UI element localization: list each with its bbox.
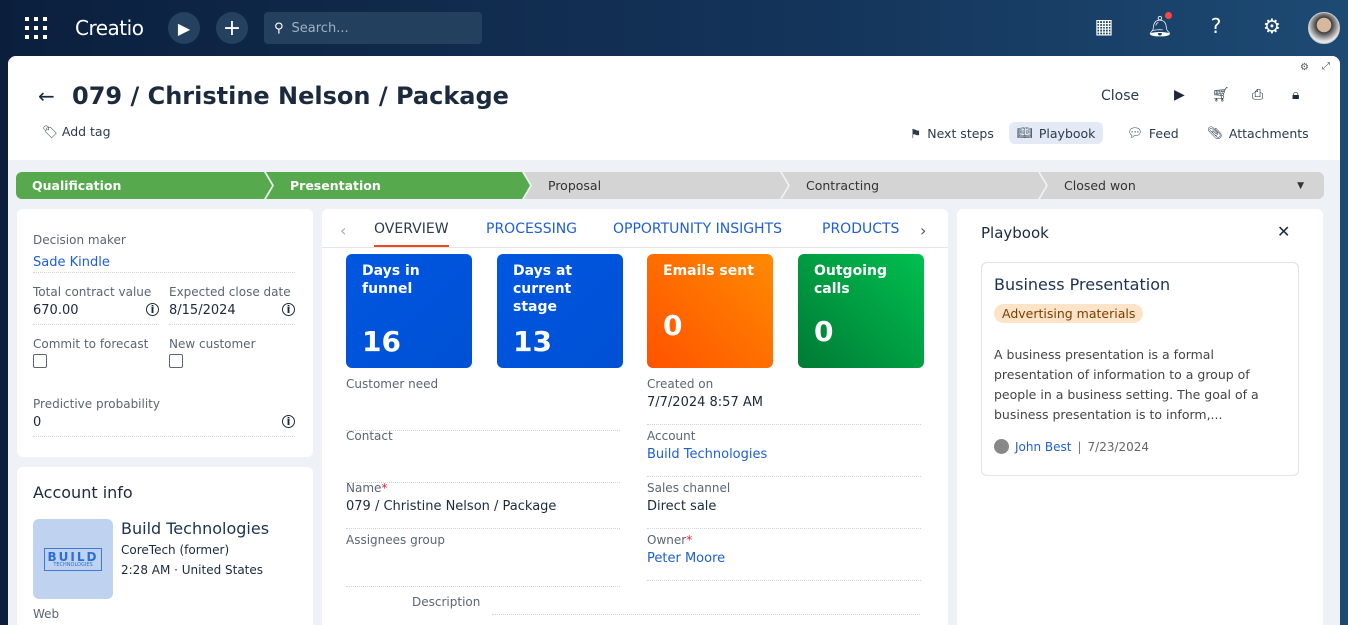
logo: Creatio: [75, 16, 144, 40]
search-input[interactable]: ⚲ Search...: [264, 12, 482, 44]
description-field[interactable]: [492, 593, 920, 615]
total-contract-field[interactable]: 670.00 i: [33, 303, 159, 325]
decision-maker-link[interactable]: Sade Kindle: [33, 255, 110, 270]
run-process-button[interactable]: ▶: [168, 12, 200, 44]
add-button[interactable]: +: [216, 12, 248, 44]
expand-icon[interactable]: ⤢: [1322, 61, 1330, 72]
print-icon[interactable]: ⎙: [1252, 87, 1263, 103]
assignees-group-field[interactable]: Assignees group: [346, 533, 620, 587]
playbook-card[interactable]: Business Presentation Advertising materi…: [981, 262, 1299, 476]
back-arrow-icon[interactable]: ←: [38, 84, 55, 108]
account-local-time: 2:28 AM · United States: [121, 563, 264, 577]
stage-presentation[interactable]: Presentation: [266, 172, 530, 199]
playbook-text: A business presentation is a formal pres…: [994, 347, 1259, 422]
info-icon[interactable]: i: [146, 303, 159, 316]
new-customer-checkbox[interactable]: [169, 354, 183, 368]
probability-label: Predictive probability: [33, 397, 160, 411]
close-date-field[interactable]: 8/15/2024 i: [169, 303, 295, 325]
tab-feed[interactable]: 💬︎ Feed: [1119, 122, 1187, 144]
help-icon[interactable]: ?: [1202, 14, 1230, 38]
record-page: ⚙ ⤢ ← 079 / Christine Nelson / Package 🏷…: [8, 56, 1340, 625]
account-name[interactable]: Build Technologies: [121, 519, 269, 538]
created-on-field: Created on 7/7/2024 8:57 AM: [647, 377, 921, 425]
chat-icon: 💬︎: [1127, 125, 1143, 140]
playbook-panel: Playbook ✕ Business Presentation Adverti…: [957, 209, 1323, 625]
cart-icon[interactable]: 🛒︎: [1212, 87, 1230, 103]
page-title: 079 / Christine Nelson / Package: [72, 82, 509, 110]
stage-contracting[interactable]: Contracting: [782, 172, 1046, 199]
user-avatar[interactable]: [1308, 12, 1340, 44]
chevron-left-icon[interactable]: ‹: [340, 221, 346, 240]
search-icon: ⚲: [274, 20, 284, 36]
stage-closed-won[interactable]: Closed won ▼: [1040, 172, 1324, 199]
tab-next-steps[interactable]: ⚑ Next steps: [902, 122, 1002, 144]
tile-days-in-funnel[interactable]: Days in funnel 16: [346, 254, 472, 368]
page-settings-icon[interactable]: ⚙: [1300, 62, 1309, 73]
settings-icon[interactable]: ⚙: [1258, 14, 1286, 38]
commit-checkbox[interactable]: [33, 354, 47, 368]
tab-overview[interactable]: OVERVIEW: [374, 221, 449, 247]
playbook-date: 7/23/2024: [1087, 439, 1150, 454]
apps-icon[interactable]: ▦: [1090, 14, 1118, 38]
description-label: Description: [412, 595, 481, 609]
tile-emails-sent[interactable]: Emails sent 0: [647, 254, 773, 368]
info-icon[interactable]: i: [282, 415, 295, 428]
chevron-down-icon[interactable]: ▼: [1297, 181, 1304, 191]
top-bar: Creatio ▶ + ⚲ Search... ▦ 🔔︎ ? ⚙: [0, 0, 1348, 56]
web-label: Web: [33, 607, 60, 621]
paperclip-icon: 📎︎: [1207, 125, 1223, 140]
author-avatar: [994, 439, 1009, 454]
playbook-tag: Advertising materials: [994, 304, 1144, 323]
add-tag-button[interactable]: 🏷︎ Add tag: [42, 124, 111, 140]
app-menu-icon[interactable]: [25, 17, 47, 39]
stage-qualification[interactable]: Qualification: [16, 172, 272, 199]
playbook-card-title: Business Presentation: [994, 275, 1171, 294]
commit-label: Commit to forecast: [33, 337, 149, 351]
stage-bar: Qualification Presentation Proposal Cont…: [16, 172, 1324, 199]
record-header: ⚙ ⤢ ← 079 / Christine Nelson / Package 🏷…: [8, 56, 1340, 160]
book-icon: 📖︎: [1017, 125, 1033, 140]
center-panel: ‹ OVERVIEW PROCESSING OPPORTUNITY INSIGH…: [322, 209, 948, 625]
account-former-name: CoreTech (former): [121, 543, 230, 557]
account-field[interactable]: Account Build Technologies: [647, 429, 921, 477]
tile-days-at-stage[interactable]: Days at current stage 13: [497, 254, 623, 368]
account-logo: BUILD TECHNOLOGIES: [33, 519, 113, 599]
info-icon[interactable]: i: [282, 303, 295, 316]
contact-field[interactable]: Contact: [346, 429, 620, 483]
name-field[interactable]: Name* 079 / Christine Nelson / Package: [346, 481, 620, 529]
account-info-panel: Account info BUILD TECHNOLOGIES Build Tec…: [17, 467, 313, 625]
lock-icon[interactable]: 🔒︎: [1292, 87, 1299, 103]
tab-attachments[interactable]: 📎︎ Attachments: [1199, 122, 1317, 144]
tab-processing[interactable]: PROCESSING: [486, 221, 577, 237]
probability-field[interactable]: 0i: [33, 415, 295, 437]
customer-need-field[interactable]: Customer need: [346, 377, 620, 431]
sales-channel-field[interactable]: Sales channel Direct sale: [647, 481, 921, 529]
stage-proposal[interactable]: Proposal: [524, 172, 788, 199]
tab-opportunity-insights[interactable]: OPPORTUNITY INSIGHTS: [613, 221, 782, 237]
close-date-label: Expected close date: [169, 285, 291, 299]
close-icon[interactable]: ✕: [1277, 222, 1290, 241]
flag-icon: ⚑: [910, 125, 922, 141]
author-link[interactable]: John Best: [1015, 440, 1071, 454]
playbook-title: Playbook: [981, 224, 1049, 242]
decision-maker-label: Decision maker: [33, 233, 126, 247]
new-customer-label: New customer: [169, 337, 256, 351]
total-contract-label: Total contract value: [33, 285, 152, 299]
notifications-icon[interactable]: 🔔︎: [1146, 12, 1174, 38]
close-button[interactable]: Close: [1101, 88, 1139, 104]
tile-outgoing-calls[interactable]: Outgoing calls 0: [798, 254, 924, 368]
tab-playbook[interactable]: 📖︎ Playbook: [1009, 122, 1104, 144]
tag-icon: 🏷︎: [42, 124, 58, 139]
opportunity-fields-panel: Decision maker Sade Kindle Total contrac…: [17, 209, 313, 457]
tab-products[interactable]: PRODUCTS: [822, 221, 899, 237]
chevron-right-icon[interactable]: ›: [920, 221, 926, 240]
owner-field[interactable]: Owner* Peter Moore: [647, 533, 921, 581]
account-info-title: Account info: [33, 483, 133, 502]
run-icon[interactable]: ▶: [1174, 87, 1185, 103]
